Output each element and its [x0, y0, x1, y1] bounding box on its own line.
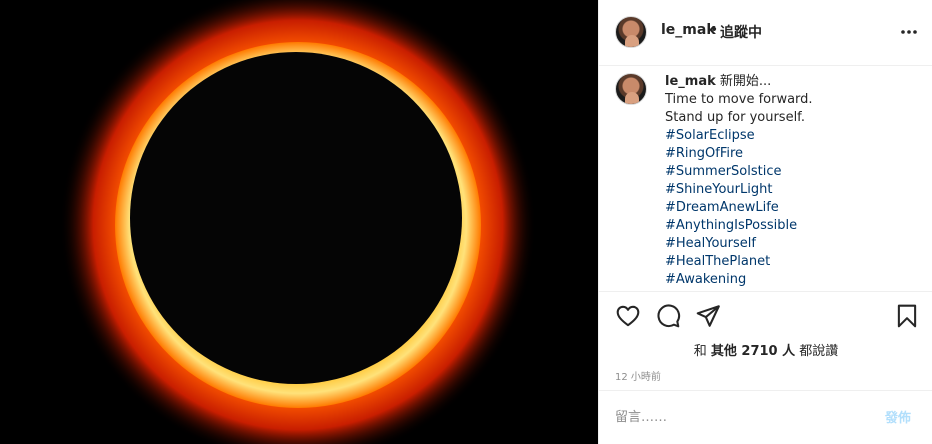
more-horizontal-icon[interactable] — [899, 22, 919, 42]
follow-status-button[interactable]: 追蹤中 — [720, 22, 762, 42]
bookmark-icon[interactable] — [894, 303, 920, 329]
hashtag-link[interactable]: #SolarEclipse — [665, 127, 915, 145]
caption-avatar[interactable] — [615, 73, 647, 105]
header-separator: • — [710, 22, 719, 38]
caption-intro: 新開始... — [715, 74, 772, 89]
caption-text: le_mak 新開始... Time to move forward. Stan… — [665, 73, 915, 289]
likes-count-link[interactable]: 其他 2710 人 — [711, 344, 795, 359]
hashtag-link[interactable]: #HealYourself — [665, 235, 915, 253]
paper-plane-icon[interactable] — [695, 303, 721, 329]
hashtag-link[interactable]: #RingOfFire — [665, 145, 915, 163]
hashtag-link[interactable]: #AnythingIsPossible — [665, 217, 915, 235]
author-username[interactable]: le_mak — [661, 22, 716, 38]
comment-input[interactable] — [615, 407, 865, 427]
eclipse-image — [0, 0, 598, 444]
hashtag-link[interactable]: #HealThePlanet — [665, 253, 915, 271]
action-bar: 和 其他 2710 人 都說讚 12 小時前 — [599, 291, 932, 391]
post-comment-button[interactable]: 發佈 — [885, 407, 911, 426]
caption-first-line: le_mak 新開始... — [665, 73, 915, 91]
hashtag-link[interactable]: #SummerSolstice — [665, 163, 915, 181]
post-timestamp[interactable]: 12 小時前 — [615, 368, 661, 383]
post-image[interactable] — [0, 0, 598, 444]
caption-line: Stand up for yourself. — [665, 110, 805, 125]
likes-prefix: 和 — [693, 344, 711, 359]
post-sidebar: le_mak • 追蹤中 le_mak 新開始... Time to move … — [598, 0, 932, 444]
heart-icon[interactable] — [615, 303, 641, 329]
likes-suffix: 都說讚 — [795, 344, 839, 359]
likes-summary: 和 其他 2710 人 都說讚 — [599, 340, 932, 359]
post-header: le_mak • 追蹤中 — [599, 0, 932, 66]
hashtag-link[interactable]: #DreamAnewLife — [665, 199, 915, 217]
caption-section: le_mak 新開始... Time to move forward. Stan… — [599, 66, 932, 291]
caption-line: Time to move forward. — [665, 92, 813, 107]
caption-username[interactable]: le_mak — [665, 74, 716, 89]
hashtag-link[interactable]: #ShineYourLight — [665, 181, 915, 199]
hashtag-link[interactable]: #Awakening — [665, 271, 915, 289]
author-avatar[interactable] — [615, 16, 647, 48]
comment-bar: 發佈 — [599, 391, 932, 444]
comment-bubble-icon[interactable] — [655, 303, 681, 329]
